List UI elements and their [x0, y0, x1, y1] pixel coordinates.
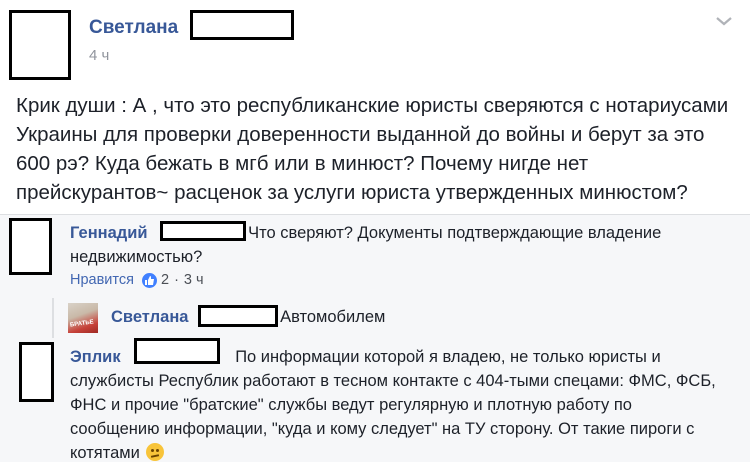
post-text: Крик души : А , что это республиканские … — [16, 94, 729, 204]
like-reaction-icon[interactable] — [141, 272, 157, 288]
comment-timestamp[interactable]: 3 ч — [184, 272, 204, 288]
post-timestamp[interactable]: 4 ч — [89, 47, 109, 64]
comment-author[interactable]: Эплик — [70, 348, 121, 366]
reply-avatar[interactable]: БРАТЬЕ — [68, 303, 98, 333]
commenter-avatar-redacted[interactable] — [9, 218, 52, 275]
chevron-down-icon[interactable] — [713, 12, 735, 30]
author-avatar-redacted[interactable] — [9, 10, 71, 80]
post-author-name[interactable]: Светлана — [89, 17, 178, 39]
confused-emoji-icon — [146, 443, 165, 461]
author-surname-redacted — [190, 10, 294, 40]
commenter-avatar-redacted[interactable] — [19, 342, 54, 402]
reply-author[interactable]: Светлана — [111, 308, 188, 326]
reply-text: Автомобилем — [280, 308, 386, 326]
avatar-caption: БРАТЬЕ — [69, 319, 95, 329]
comment-actions: Нравится 2 · 3 ч — [70, 272, 204, 288]
comment-author[interactable]: Геннадий — [70, 224, 148, 242]
reply-thread-line — [52, 298, 54, 338]
commenter-surname-redacted — [134, 338, 220, 364]
like-link[interactable]: Нравится — [70, 272, 134, 288]
separator-dot: · — [174, 272, 179, 288]
comment-text: Что сверяют? Документы подтверждающие вл… — [70, 224, 662, 266]
reply-surname-redacted — [198, 305, 278, 327]
reaction-count[interactable]: 2 — [161, 272, 169, 288]
commenter-surname-redacted — [160, 221, 246, 241]
